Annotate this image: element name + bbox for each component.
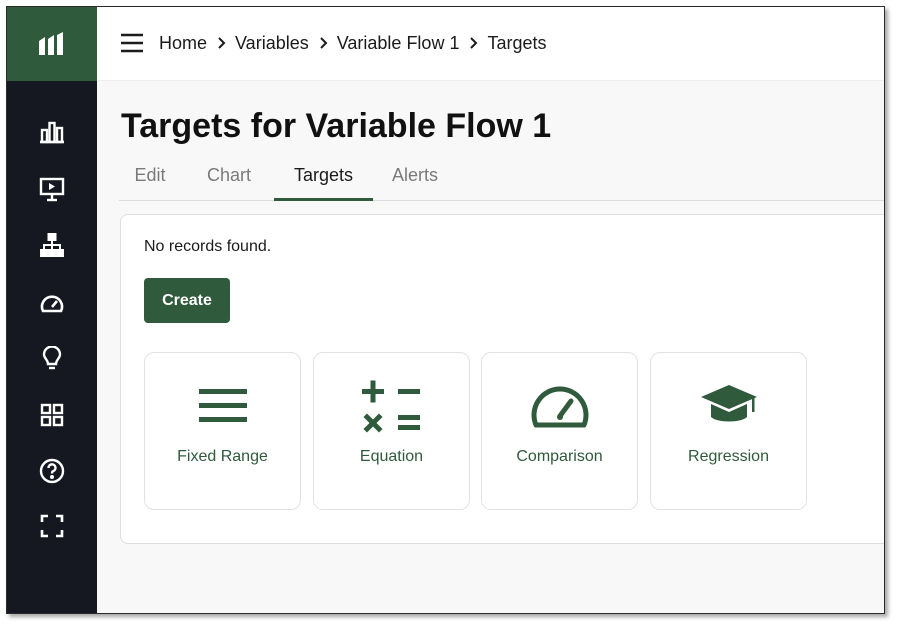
- lightbulb-icon[interactable]: [38, 345, 66, 373]
- breadcrumb: Home Variables Variable Flow 1 Targets: [159, 31, 547, 55]
- tab-bar: Edit Chart Targets Alerts: [119, 157, 884, 201]
- chevron-right-icon: [459, 37, 487, 49]
- top-bar: Home Variables Variable Flow 1 Targets: [97, 7, 884, 81]
- math-operators-icon: [314, 379, 469, 433]
- breadcrumb-variables[interactable]: Variables: [235, 33, 309, 54]
- breadcrumb-home[interactable]: Home: [159, 33, 207, 54]
- chevron-right-icon: [207, 37, 235, 49]
- card-label: Fixed Range: [177, 448, 268, 465]
- logo[interactable]: [7, 7, 97, 81]
- app-window: Home Variables Variable Flow 1 Targets T…: [6, 6, 885, 614]
- presentation-icon[interactable]: [38, 175, 66, 203]
- target-type-equation[interactable]: Equation: [313, 352, 470, 510]
- breadcrumb-variable-flow[interactable]: Variable Flow 1: [337, 33, 460, 54]
- target-type-fixed-range[interactable]: Fixed Range: [144, 352, 301, 510]
- targets-panel: No records found. Create Fixed Range Equ…: [120, 214, 884, 544]
- tab-alerts[interactable]: Alerts: [378, 157, 452, 201]
- chevron-right-icon: [309, 37, 337, 49]
- gauge-icon: [482, 379, 637, 433]
- sidebar: [7, 7, 97, 613]
- bars-icon: [145, 379, 300, 433]
- page-title: Targets for Variable Flow 1: [121, 107, 552, 145]
- create-button[interactable]: Create: [144, 278, 230, 323]
- sitemap-icon[interactable]: [38, 231, 66, 259]
- chart-bar-icon[interactable]: [38, 118, 66, 146]
- breadcrumb-targets: Targets: [487, 32, 547, 53]
- card-label: Equation: [359, 448, 424, 465]
- main-content: Targets for Variable Flow 1 Edit Chart T…: [97, 81, 884, 613]
- card-label: Comparison: [516, 448, 603, 465]
- card-label: Regression: [688, 448, 769, 465]
- graduation-cap-icon: [651, 379, 806, 433]
- hamburger-menu-icon[interactable]: [119, 31, 145, 55]
- speedometer-icon[interactable]: [38, 289, 66, 317]
- tab-edit[interactable]: Edit: [119, 157, 181, 201]
- target-type-comparison[interactable]: Comparison: [481, 352, 638, 510]
- target-type-regression[interactable]: Regression: [650, 352, 807, 510]
- tab-chart[interactable]: Chart: [189, 157, 269, 201]
- logo-icon: [39, 32, 63, 55]
- tab-targets[interactable]: Targets: [274, 157, 373, 201]
- grid-icon[interactable]: [38, 401, 66, 429]
- empty-message: No records found.: [144, 238, 272, 255]
- help-icon[interactable]: [38, 457, 66, 485]
- fullscreen-icon[interactable]: [38, 512, 66, 540]
